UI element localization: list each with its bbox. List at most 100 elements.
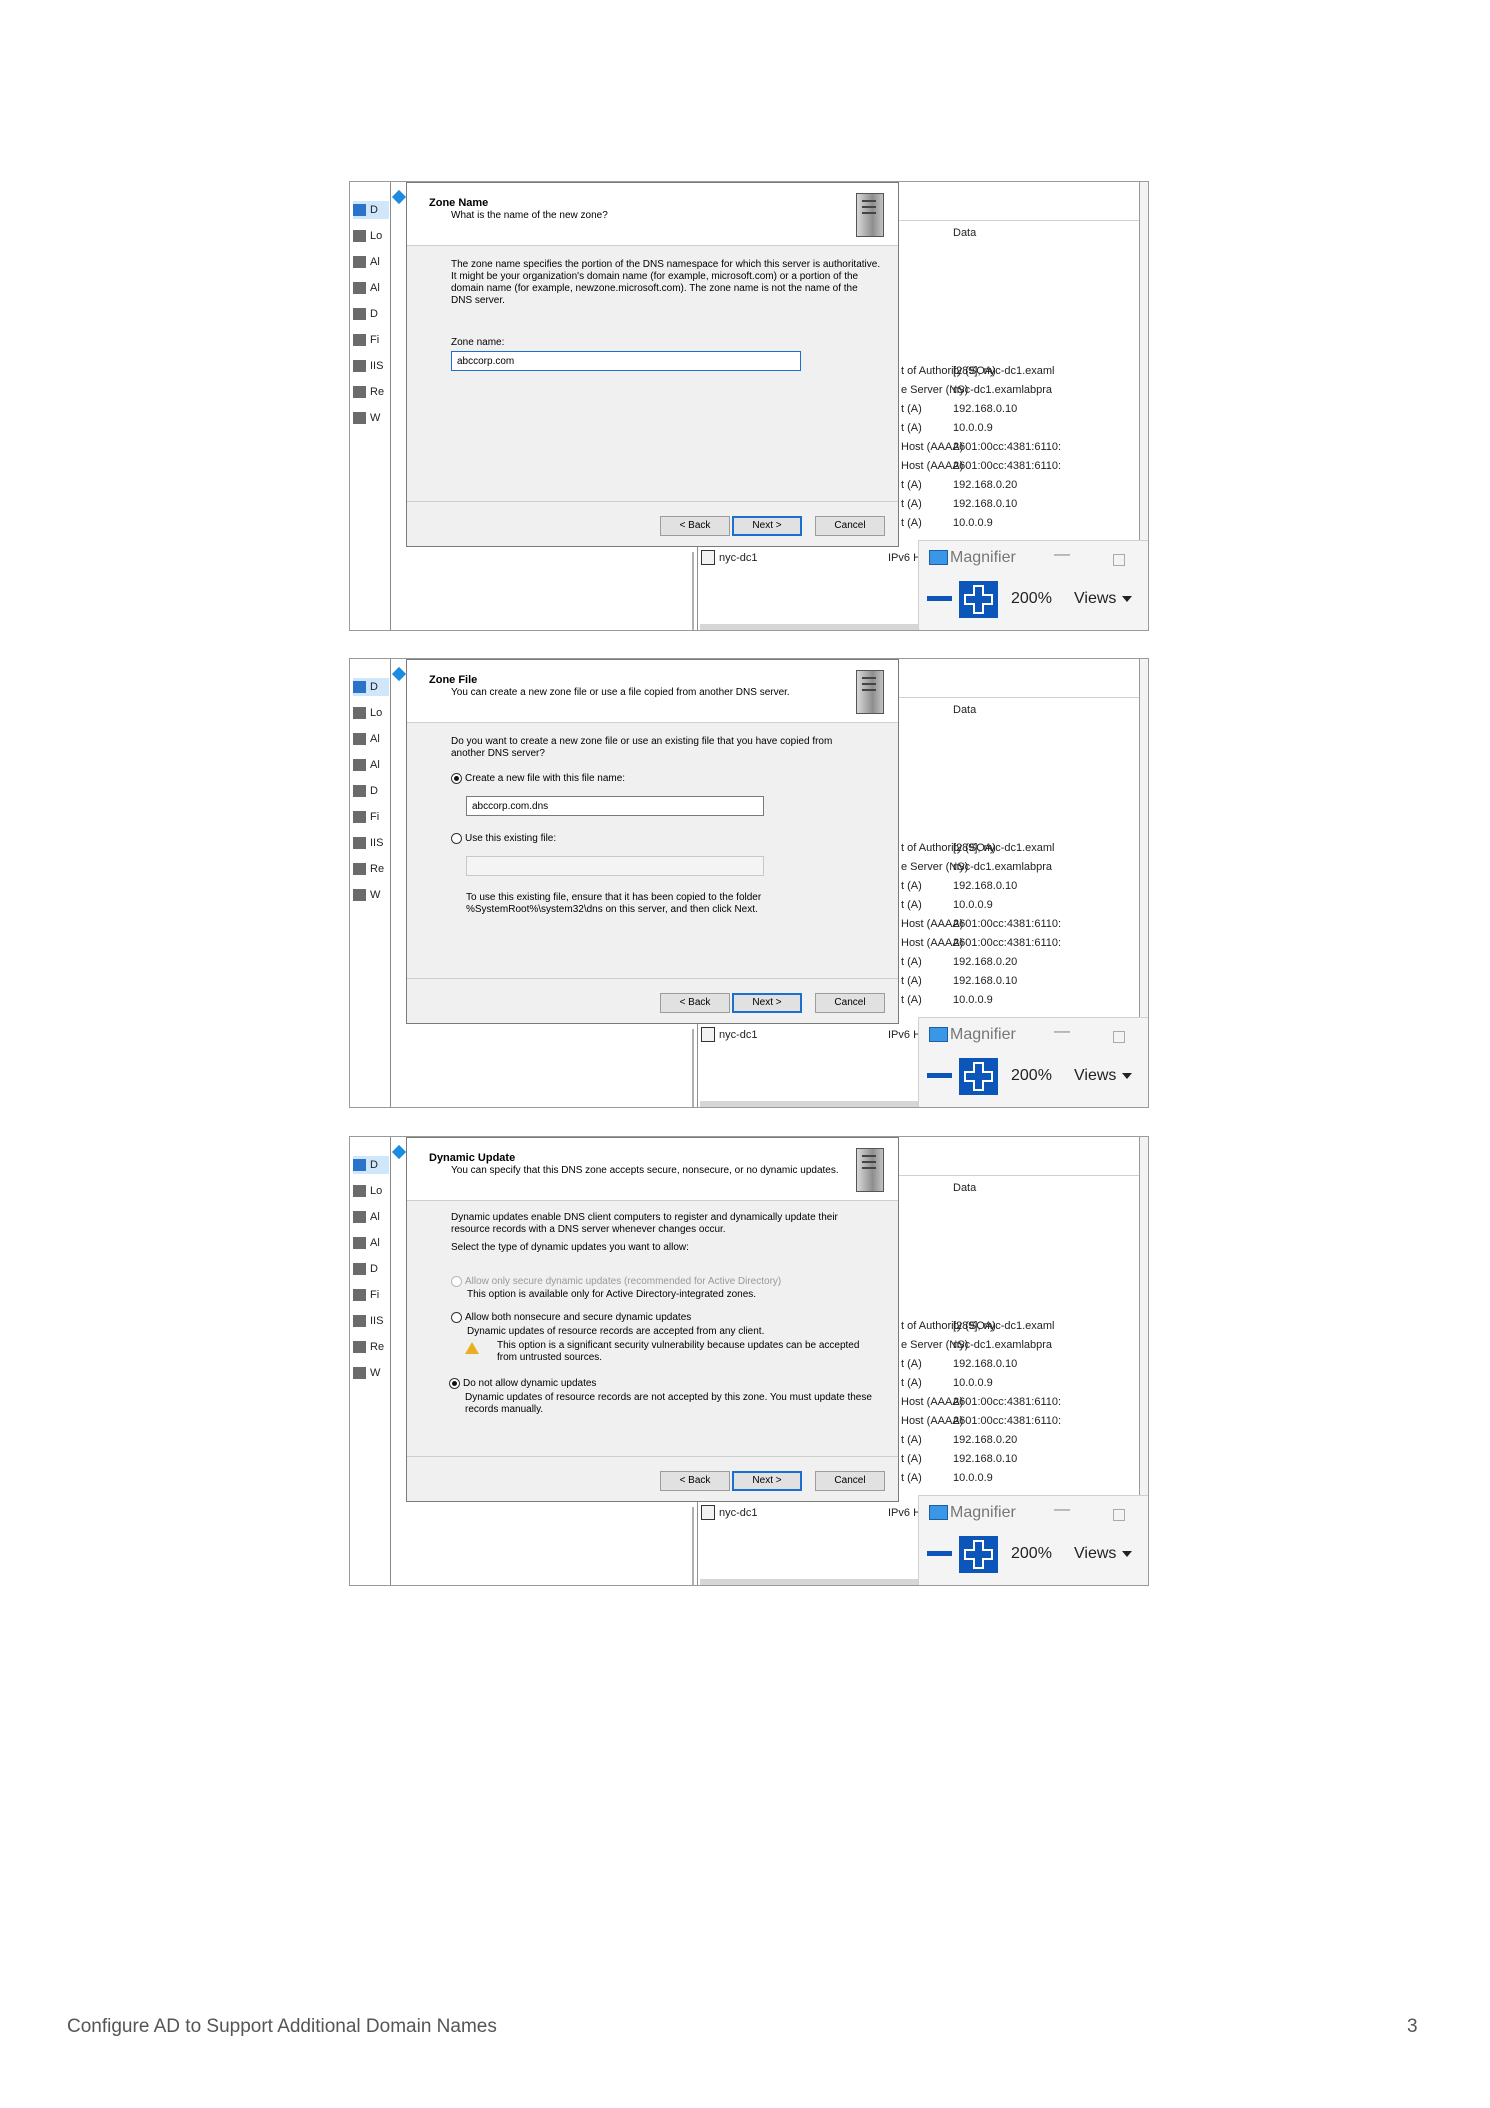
both-updates-warning: This option is a significant security vu… bbox=[497, 1340, 860, 1363]
maximize-button[interactable] bbox=[1113, 1031, 1125, 1043]
document-footer-title: Configure AD to Support Additional Domai… bbox=[67, 2016, 497, 2037]
new-file-name-input[interactable]: abccorp.com.dns bbox=[466, 796, 764, 816]
minimize-button[interactable]: — bbox=[1054, 1501, 1070, 1519]
magnifier-title: Magnifier bbox=[950, 549, 1016, 566]
magnifier-app-icon bbox=[929, 1027, 948, 1042]
nav-item-dns[interactable]: D bbox=[353, 678, 389, 696]
next-button[interactable]: Next > bbox=[732, 516, 802, 536]
caret-down-icon bbox=[1122, 1550, 1133, 1557]
host-row[interactable]: nyc-dc1 bbox=[701, 1027, 758, 1042]
radio-selected[interactable] bbox=[451, 773, 462, 784]
maximize-button[interactable] bbox=[1113, 554, 1125, 566]
nav-item-remote[interactable]: Re bbox=[353, 383, 389, 401]
nav-item-dhcp[interactable]: D bbox=[353, 305, 389, 323]
next-button[interactable]: Next > bbox=[732, 1471, 802, 1491]
cancel-button[interactable]: Cancel bbox=[815, 1471, 885, 1491]
no-updates-option[interactable]: Do not allow dynamic updates bbox=[449, 1378, 596, 1390]
minimize-button[interactable]: — bbox=[1054, 546, 1070, 564]
nav-item-wsus[interactable]: W bbox=[353, 1364, 389, 1382]
nav-item-all[interactable]: Al bbox=[353, 1208, 389, 1226]
radio-unselected[interactable] bbox=[451, 1312, 462, 1323]
nav-item-ad[interactable]: Al bbox=[353, 1234, 389, 1252]
radio-disabled[interactable] bbox=[451, 1276, 462, 1287]
zoom-out-button[interactable] bbox=[927, 1073, 952, 1078]
nav-item-file[interactable]: Fi bbox=[353, 808, 389, 826]
select-type-label: Select the type of dynamic updates you w… bbox=[451, 1242, 689, 1253]
nav-item-dhcp[interactable]: D bbox=[353, 1260, 389, 1278]
zoom-in-button[interactable] bbox=[959, 1058, 998, 1095]
next-button[interactable]: Next > bbox=[732, 993, 802, 1013]
nav-item-iis[interactable]: IIS bbox=[353, 1312, 389, 1330]
file-services-icon bbox=[353, 811, 366, 823]
screenshot-zone-file: D Lo Al Al D Fi IIS Re W Data t of Autho… bbox=[349, 658, 1149, 1108]
cancel-button[interactable]: Cancel bbox=[815, 993, 885, 1013]
nav-item-local[interactable]: Lo bbox=[353, 227, 389, 245]
views-dropdown[interactable]: Views bbox=[1074, 590, 1133, 608]
update-icon bbox=[353, 1367, 366, 1379]
nav-item-iis[interactable]: IIS bbox=[353, 357, 389, 375]
host-row[interactable]: nyc-dc1 bbox=[701, 550, 758, 565]
back-button[interactable]: < Back bbox=[660, 993, 730, 1013]
back-button[interactable]: < Back bbox=[660, 1471, 730, 1491]
minimize-button[interactable]: — bbox=[1054, 1023, 1070, 1041]
server-icon bbox=[856, 670, 884, 714]
views-dropdown[interactable]: Views bbox=[1074, 1545, 1133, 1563]
zone-file-question: Do you want to create a new zone file or… bbox=[451, 736, 833, 759]
nav-item-file[interactable]: Fi bbox=[353, 1286, 389, 1304]
nav-item-local[interactable]: Lo bbox=[353, 704, 389, 722]
magnifier-app-icon bbox=[929, 550, 948, 565]
directory-icon bbox=[353, 282, 366, 294]
host-row[interactable]: nyc-dc1 bbox=[701, 1505, 758, 1520]
nav-item-dns[interactable]: D bbox=[353, 1156, 389, 1174]
nav-item-ad[interactable]: Al bbox=[353, 279, 389, 297]
nav-item-dhcp[interactable]: D bbox=[353, 782, 389, 800]
directory-icon bbox=[353, 1237, 366, 1249]
data-column-header[interactable]: Data bbox=[953, 227, 976, 239]
plus-icon bbox=[964, 585, 993, 614]
both-updates-desc: Dynamic updates of resource records are … bbox=[467, 1326, 765, 1337]
radio-unselected[interactable] bbox=[451, 833, 462, 844]
server-icon bbox=[353, 230, 366, 242]
nav-item-remote[interactable]: Re bbox=[353, 1338, 389, 1356]
both-updates-option[interactable]: Allow both nonsecure and secure dynamic … bbox=[451, 1312, 691, 1324]
radio-selected[interactable] bbox=[449, 1378, 460, 1389]
data-column-header[interactable]: Data bbox=[953, 704, 976, 716]
zoom-in-button[interactable] bbox=[959, 581, 998, 618]
nav-item-iis[interactable]: IIS bbox=[353, 834, 389, 852]
existing-file-input[interactable] bbox=[466, 856, 764, 876]
zoom-in-button[interactable] bbox=[959, 1536, 998, 1573]
dynamic-update-dialog: Dynamic Update You can specify that this… bbox=[406, 1137, 899, 1502]
nav-item-all[interactable]: Al bbox=[353, 253, 389, 271]
screenshot-dynamic-update: D Lo Al Al D Fi IIS Re W Data t of Autho… bbox=[349, 1136, 1149, 1586]
maximize-button[interactable] bbox=[1113, 1509, 1125, 1521]
secure-updates-option[interactable]: Allow only secure dynamic updates (recom… bbox=[451, 1276, 781, 1288]
data-column-header[interactable]: Data bbox=[953, 1182, 976, 1194]
diamond-icon bbox=[391, 1144, 407, 1160]
create-new-file-option[interactable]: Create a new file with this file name: bbox=[451, 773, 625, 785]
role-icon bbox=[353, 1263, 366, 1275]
nav-item-all[interactable]: Al bbox=[353, 730, 389, 748]
nav-item-wsus[interactable]: W bbox=[353, 409, 389, 427]
secure-updates-desc: This option is available only for Active… bbox=[467, 1289, 757, 1300]
servers-icon bbox=[353, 733, 366, 745]
nav-item-wsus[interactable]: W bbox=[353, 886, 389, 904]
zoom-out-button[interactable] bbox=[927, 596, 952, 601]
magnifier-title: Magnifier bbox=[950, 1504, 1016, 1521]
zone-name-input[interactable]: abccorp.com bbox=[451, 351, 801, 371]
nav-item-local[interactable]: Lo bbox=[353, 1182, 389, 1200]
nav-pane: D Lo Al Al D Fi IIS Re W bbox=[350, 659, 391, 1107]
views-dropdown[interactable]: Views bbox=[1074, 1067, 1133, 1085]
remote-icon bbox=[353, 863, 366, 875]
cancel-button[interactable]: Cancel bbox=[815, 516, 885, 536]
host-icon bbox=[701, 1027, 715, 1042]
nav-item-ad[interactable]: Al bbox=[353, 756, 389, 774]
zoom-out-button[interactable] bbox=[927, 1551, 952, 1556]
nav-item-remote[interactable]: Re bbox=[353, 860, 389, 878]
servers-icon bbox=[353, 256, 366, 268]
nav-item-file[interactable]: Fi bbox=[353, 331, 389, 349]
update-icon bbox=[353, 412, 366, 424]
use-existing-file-option[interactable]: Use this existing file: bbox=[451, 833, 556, 845]
back-button[interactable]: < Back bbox=[660, 516, 730, 536]
server-icon bbox=[856, 1148, 884, 1192]
nav-item-dns[interactable]: D bbox=[353, 201, 389, 219]
